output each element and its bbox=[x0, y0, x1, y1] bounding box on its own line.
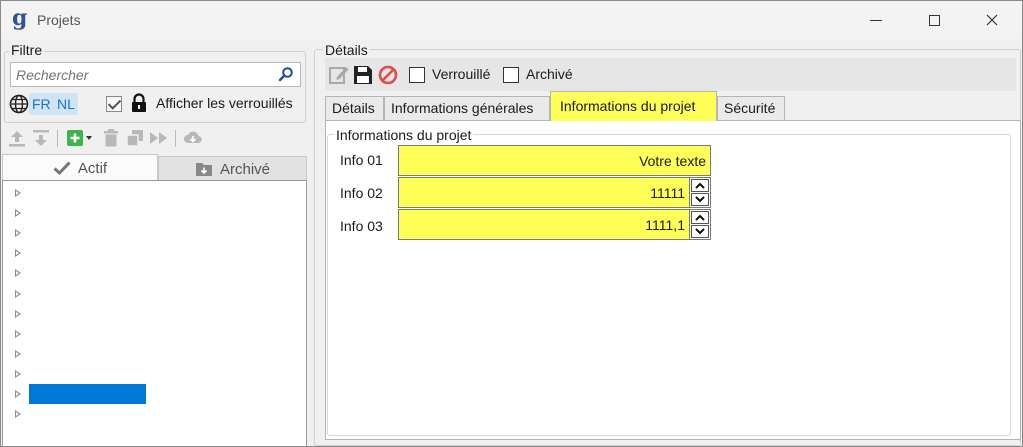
info-02-label: Info 02 bbox=[340, 185, 383, 201]
tree-node[interactable] bbox=[13, 304, 293, 324]
info-02-input[interactable] bbox=[399, 178, 689, 207]
expand-arrow-icon[interactable] bbox=[15, 410, 21, 419]
tree-node[interactable] bbox=[13, 344, 293, 364]
expand-arrow-icon[interactable] bbox=[15, 189, 21, 197]
move-up-icon[interactable] bbox=[7, 128, 27, 148]
filter-legend: Filtre bbox=[9, 42, 45, 58]
copy-icon[interactable] bbox=[125, 128, 145, 148]
expand-arrow-icon[interactable] bbox=[15, 369, 21, 378]
details-toolbar: Verrouillé Archivé bbox=[325, 58, 1016, 91]
close-icon bbox=[986, 14, 998, 26]
move-down-icon[interactable] bbox=[31, 128, 51, 148]
expand-arrow-icon[interactable] bbox=[15, 229, 21, 238]
expand-arrow-icon[interactable] bbox=[15, 329, 21, 338]
info-03-increment-button[interactable] bbox=[691, 211, 709, 224]
expand-arrow-icon[interactable] bbox=[15, 269, 21, 278]
tree-node[interactable] bbox=[13, 223, 293, 243]
tree-node[interactable] bbox=[13, 263, 293, 283]
add-dropdown-chevron-icon[interactable] bbox=[85, 128, 93, 148]
title-bar: g Projets bbox=[1, 1, 1022, 39]
tree-node-selection[interactable] bbox=[29, 384, 146, 404]
info-02-stepper bbox=[689, 178, 710, 207]
archive-label: Archivé bbox=[526, 66, 573, 82]
tab-archive-label: Archivé bbox=[219, 160, 271, 178]
lock-icon bbox=[132, 93, 146, 112]
info-03-decrement-button[interactable] bbox=[691, 225, 709, 238]
tab-actif[interactable]: Actif bbox=[2, 154, 158, 181]
lang-nl-button[interactable]: NL bbox=[54, 93, 78, 115]
minimize-icon bbox=[870, 19, 882, 21]
expand-arrow-icon[interactable] bbox=[15, 289, 21, 298]
chevron-down-icon bbox=[695, 196, 705, 203]
info-03-stepper bbox=[689, 210, 710, 239]
details-legend: Détails bbox=[323, 42, 370, 58]
verrouille-label: Verrouillé bbox=[432, 66, 491, 82]
tab-informations-generales[interactable]: Informations générales bbox=[384, 96, 550, 120]
info-02-field-box bbox=[398, 177, 711, 208]
archive-checkbox[interactable] bbox=[503, 67, 519, 83]
tree-node[interactable] bbox=[13, 364, 293, 384]
info-01-label: Info 01 bbox=[340, 152, 383, 168]
cancel-icon[interactable] bbox=[377, 64, 399, 86]
tree-node[interactable] bbox=[13, 324, 293, 344]
chevron-down-icon bbox=[695, 228, 705, 235]
maximize-icon bbox=[928, 14, 940, 26]
chevron-up-icon bbox=[695, 182, 705, 189]
cloud-download-icon[interactable] bbox=[183, 128, 203, 148]
info-02-increment-button[interactable] bbox=[691, 179, 709, 192]
tree-node[interactable] bbox=[13, 183, 293, 203]
expand-arrow-icon[interactable] bbox=[15, 349, 21, 358]
project-tree bbox=[2, 180, 307, 446]
maximize-button[interactable] bbox=[911, 1, 957, 39]
minimize-button[interactable] bbox=[853, 1, 899, 39]
tab-details[interactable]: Détails bbox=[325, 96, 384, 120]
edit-icon[interactable] bbox=[328, 64, 350, 86]
expand-arrow-icon[interactable] bbox=[15, 209, 21, 218]
search-box bbox=[10, 62, 301, 87]
window-title: Projets bbox=[37, 12, 81, 28]
projets-window: g Projets Filtre FR NL Afficher les verr… bbox=[0, 0, 1023, 447]
checkmark-icon bbox=[53, 161, 71, 175]
search-icon[interactable] bbox=[278, 66, 294, 82]
fast-forward-icon[interactable] bbox=[149, 128, 169, 148]
show-locked-label: Afficher les verrouillés bbox=[156, 95, 293, 111]
lang-fr-button[interactable]: FR bbox=[29, 93, 54, 115]
info-03-field-box bbox=[398, 209, 711, 240]
expand-arrow-icon[interactable] bbox=[15, 249, 21, 258]
expand-arrow-icon[interactable] bbox=[15, 390, 21, 398]
tree-node[interactable] bbox=[13, 404, 293, 424]
info-01-field-box bbox=[398, 145, 711, 176]
delete-icon[interactable] bbox=[101, 128, 121, 148]
expand-arrow-icon[interactable] bbox=[15, 309, 21, 318]
tab-securite[interactable]: Sécurité bbox=[717, 96, 785, 120]
save-icon[interactable] bbox=[352, 64, 374, 86]
info-01-input[interactable] bbox=[399, 146, 710, 175]
toolbar-separator bbox=[175, 130, 176, 147]
info-03-label: Info 03 bbox=[340, 218, 383, 234]
globe-icon bbox=[9, 94, 29, 114]
app-logo-icon: g bbox=[12, 5, 28, 31]
info-projet-legend: Informations du projet bbox=[334, 127, 474, 143]
info-03-input[interactable] bbox=[399, 210, 689, 239]
search-input[interactable] bbox=[11, 63, 266, 86]
verrouille-checkbox[interactable] bbox=[409, 67, 425, 83]
tree-node[interactable] bbox=[13, 243, 293, 263]
chevron-up-icon bbox=[695, 214, 705, 221]
tree-node[interactable] bbox=[13, 203, 293, 223]
tab-informations-du-projet[interactable]: Informations du projet bbox=[550, 91, 717, 121]
show-locked-checkbox[interactable] bbox=[106, 96, 122, 112]
tree-node[interactable] bbox=[13, 384, 293, 404]
info-02-decrement-button[interactable] bbox=[691, 193, 709, 206]
tab-archive[interactable]: Archivé bbox=[158, 156, 307, 181]
add-icon[interactable] bbox=[65, 128, 85, 148]
close-button[interactable] bbox=[969, 1, 1015, 39]
tree-node[interactable] bbox=[13, 284, 293, 304]
toolbar-separator bbox=[57, 130, 58, 147]
archive-folder-icon bbox=[195, 163, 212, 176]
tab-actif-label: Actif bbox=[77, 159, 108, 177]
